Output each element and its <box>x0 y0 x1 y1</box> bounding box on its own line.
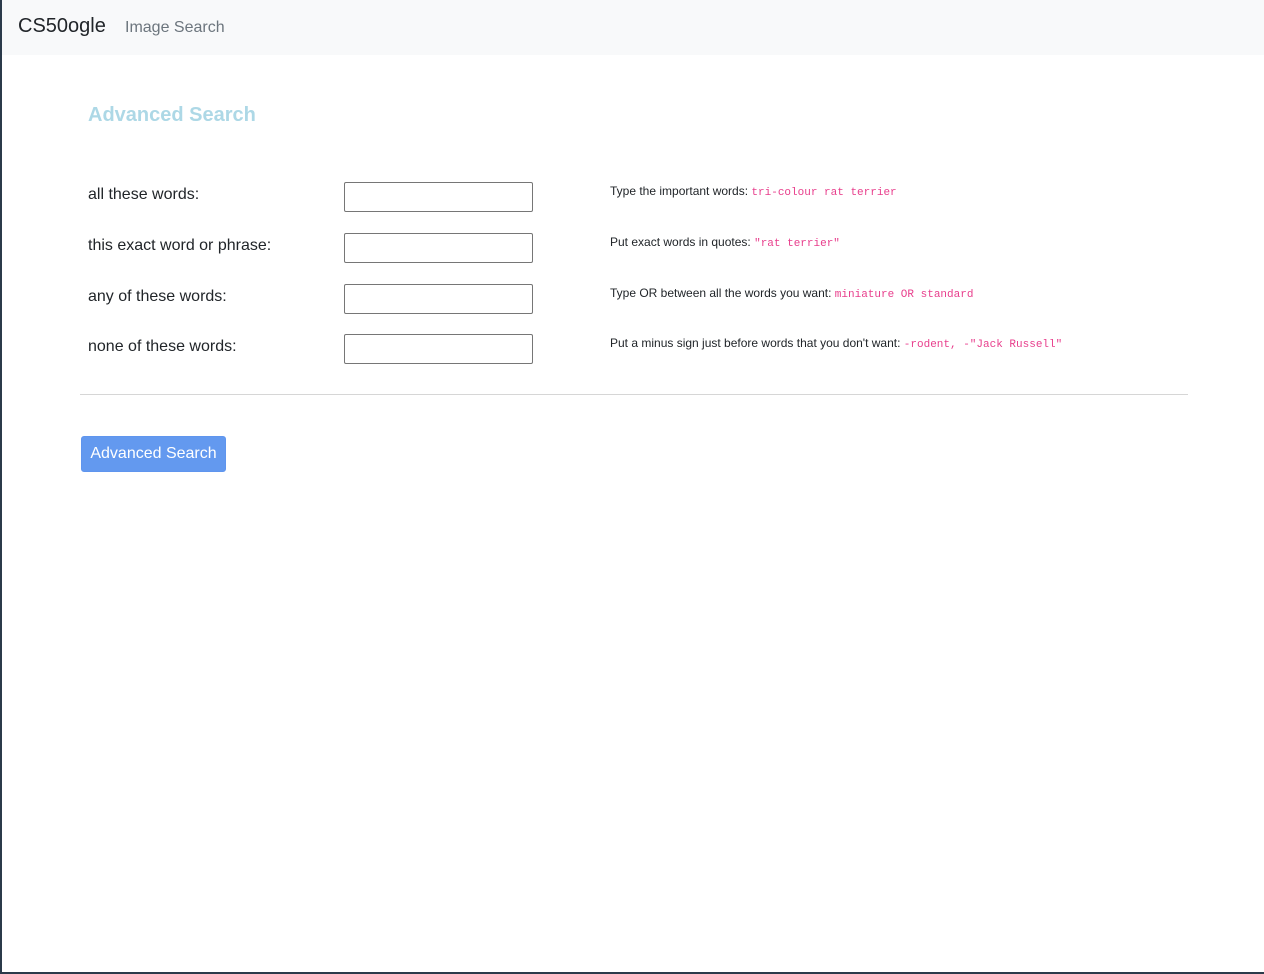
all-words-hint-text: Type the important words: <box>610 184 749 198</box>
all-words-label: all these words: <box>88 186 200 203</box>
none-words-hint-text: Put a minus sign just before words that … <box>610 336 901 350</box>
none-words-label: none of these words: <box>88 338 237 355</box>
advanced-search-button[interactable]: Advanced Search <box>81 436 226 472</box>
exact-phrase-hint-text: Put exact words in quotes: <box>610 235 751 249</box>
nav-link-image-search[interactable]: Image Search <box>125 19 225 37</box>
exact-phrase-hint-example: "rat terrier" <box>754 238 840 250</box>
form-row-exact-phrase: this exact word or phrase: Put exact wor… <box>88 233 1188 265</box>
exact-phrase-hint: Put exact words in quotes: "rat terrier" <box>610 235 840 250</box>
exact-phrase-label: this exact word or phrase: <box>88 237 272 254</box>
brand-link[interactable]: CS50ogle <box>18 15 106 38</box>
all-words-hint-example: tri-colour rat terrier <box>751 187 897 199</box>
any-words-input[interactable] <box>344 284 533 314</box>
form-row-all-words: all these words: Type the important word… <box>88 182 1188 214</box>
any-words-hint-example: miniature OR standard <box>834 289 974 301</box>
none-words-input[interactable] <box>344 334 533 364</box>
none-words-hint: Put a minus sign just before words that … <box>610 336 1062 351</box>
none-words-hint-example: -rodent, -"Jack Russell" <box>903 339 1063 351</box>
form-row-any-words: any of these words: Type OR between all … <box>88 284 1188 316</box>
all-words-input[interactable] <box>344 182 533 212</box>
window-frame-left <box>0 0 2 974</box>
form-divider <box>80 394 1188 395</box>
navbar: CS50ogle Image Search <box>2 0 1264 55</box>
any-words-hint-text: Type OR between all the words you want: <box>610 286 832 300</box>
page-title: Advanced Search <box>88 104 256 126</box>
form-row-none-words: none of these words: Put a minus sign ju… <box>88 334 1188 366</box>
exact-phrase-input[interactable] <box>344 233 533 263</box>
any-words-hint: Type OR between all the words you want: … <box>610 286 973 301</box>
all-words-hint: Type the important words: tri-colour rat… <box>610 184 897 199</box>
any-words-label: any of these words: <box>88 288 227 305</box>
